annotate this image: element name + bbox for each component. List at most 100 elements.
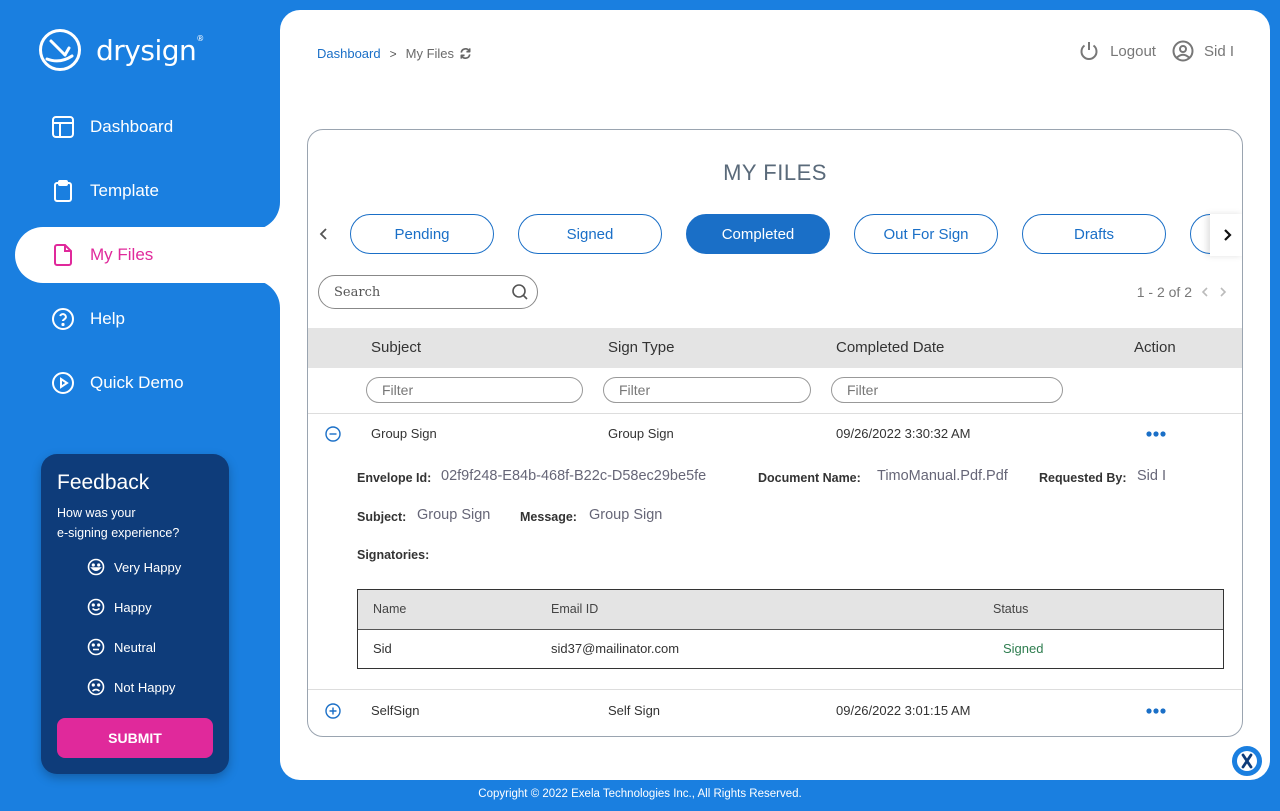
top-right-controls: Logout Sid I — [1078, 40, 1234, 62]
happy-face-icon — [87, 598, 105, 616]
feedback-title: Feedback — [57, 471, 150, 494]
tabs-next-button[interactable] — [1210, 214, 1242, 256]
sig-column-email: Email ID — [551, 602, 599, 616]
drysign-logo-icon — [39, 29, 81, 71]
help-icon — [50, 306, 76, 332]
requested-by-value: Sid I — [1137, 468, 1167, 484]
signatory-status: Signed — [1003, 641, 1044, 656]
refresh-icon[interactable] — [459, 47, 472, 60]
row-completed-date: 09/26/2022 3:01:15 AM — [836, 703, 971, 718]
sidebar-item-help[interactable]: Help — [0, 291, 125, 347]
signatories-table: Name Email ID Status Sid sid37@mailinato… — [357, 589, 1224, 669]
feedback-panel: Feedback How was your e-signing experien… — [41, 454, 229, 774]
sidebar: drysign® Dashboard Template My Files Hel… — [0, 0, 280, 811]
sidebar-item-label: Help — [90, 309, 125, 328]
table-row[interactable]: SelfSign Self Sign 09/26/2022 3:01:15 AM — [308, 691, 1242, 731]
signatories-label: Signatories: — [357, 548, 430, 562]
collapse-icon[interactable] — [325, 426, 341, 442]
breadcrumb-dashboard-link[interactable]: Dashboard — [317, 46, 381, 61]
row-sign-type: Self Sign — [608, 703, 661, 718]
column-sign-type[interactable]: Sign Type — [608, 328, 674, 368]
column-subject[interactable]: Subject — [371, 328, 421, 368]
tabs-prev-chevron-icon[interactable] — [316, 224, 332, 244]
signatories-header: Name Email ID Status — [358, 590, 1223, 630]
search-icon[interactable] — [511, 283, 529, 301]
breadcrumb-current: My Files — [405, 46, 455, 61]
breadcrumb-separator: > — [389, 46, 397, 61]
tab-drafts[interactable]: Drafts — [1022, 214, 1166, 254]
very-happy-face-icon — [87, 558, 105, 576]
sidebar-item-dashboard[interactable]: Dashboard — [0, 99, 173, 155]
message-label: Message: — [520, 510, 577, 524]
page-next-icon[interactable] — [1218, 286, 1228, 298]
chevron-right-icon — [1224, 229, 1232, 241]
search-box — [318, 275, 538, 309]
expand-icon[interactable] — [325, 703, 341, 719]
sidebar-item-template[interactable]: Template — [0, 163, 159, 219]
signatory-name: Sid — [373, 641, 392, 656]
clipboard-icon — [50, 178, 76, 204]
envelope-id-value: 02f9f248-E84b-468f-B22c-D58ec29be5fe — [441, 468, 707, 484]
neutral-face-icon — [87, 638, 105, 656]
sidebar-item-my-files[interactable]: My Files — [15, 227, 280, 283]
feedback-subtitle: How was your e-signing experience? — [57, 506, 180, 540]
sidebar-item-label: Template — [90, 181, 159, 200]
tab-out-for-sign[interactable]: Out For Sign — [854, 214, 998, 254]
page-title: MY FILES — [723, 160, 827, 185]
tab-completed[interactable]: Completed — [686, 214, 830, 254]
brand-name: drysign® — [96, 33, 204, 67]
signatory-email: sid37@mailinator.com — [551, 641, 680, 656]
row-sign-type: Group Sign — [608, 426, 674, 441]
subject-label: Subject: — [357, 510, 407, 524]
search-input[interactable] — [334, 284, 511, 300]
requested-by-label: Requested By: — [1039, 471, 1127, 485]
pagination: 1 - 2 of 2 — [1137, 284, 1228, 300]
message-value: Group Sign — [589, 507, 663, 523]
filter-row — [308, 368, 1242, 414]
table-header: Subject Sign Type Completed Date Action — [308, 328, 1242, 368]
play-icon — [50, 370, 76, 396]
tab-pending[interactable]: Pending — [350, 214, 494, 254]
sidebar-item-quick-demo[interactable]: Quick Demo — [0, 355, 184, 411]
breadcrumb: Dashboard > My Files — [317, 46, 472, 61]
feedback-option-not-happy[interactable]: Not Happy — [87, 678, 175, 696]
feedback-option-neutral[interactable]: Neutral — [87, 638, 156, 656]
document-name-label: Document Name: — [758, 471, 861, 485]
sign-type-filter-input[interactable] — [603, 377, 811, 403]
more-actions-icon[interactable] — [1145, 424, 1167, 444]
power-icon — [1080, 42, 1098, 60]
file-icon — [50, 242, 76, 268]
subject-filter-input[interactable] — [366, 377, 583, 403]
subject-value: Group Sign — [417, 507, 491, 523]
table-row[interactable]: Group Sign Group Sign 09/26/2022 3:30:32… — [308, 414, 1242, 454]
user-menu[interactable]: Sid I — [1172, 40, 1234, 62]
page-prev-icon[interactable] — [1200, 286, 1210, 298]
tab-signed[interactable]: Signed — [518, 214, 662, 254]
sad-face-icon — [87, 678, 105, 696]
logout-button[interactable]: Logout — [1078, 40, 1156, 62]
support-chat-button[interactable] — [1229, 743, 1265, 779]
footer-copyright: Copyright © 2022 Exela Technologies Inc.… — [478, 788, 802, 800]
feedback-option-very-happy[interactable]: Very Happy — [87, 558, 181, 576]
date-filter-input[interactable] — [831, 377, 1063, 403]
row-detail-panel: Envelope Id: 02f9f248-E84b-468f-B22c-D58… — [308, 454, 1242, 690]
main-panel: Dashboard > My Files Logout Sid I MY FIL… — [280, 10, 1270, 780]
row-completed-date: 09/26/2022 3:30:32 AM — [836, 426, 971, 441]
brand-logo[interactable]: drysign® — [38, 28, 204, 72]
sidebar-item-label: Dashboard — [90, 117, 174, 136]
user-avatar-icon — [1172, 40, 1194, 62]
column-completed-date[interactable]: Completed Date — [836, 328, 944, 368]
document-name-value: TimoManual.Pdf.Pdf — [877, 468, 1008, 484]
feedback-submit-button[interactable]: SUBMIT — [57, 718, 213, 758]
feedback-option-happy[interactable]: Happy — [87, 598, 152, 616]
tab-overflow[interactable] — [1190, 214, 1210, 254]
more-actions-icon[interactable] — [1145, 701, 1167, 721]
signatory-row: Sid sid37@mailinator.com Signed — [358, 630, 1223, 669]
row-subject: Group Sign — [371, 426, 437, 441]
row-subject: SelfSign — [371, 703, 420, 718]
status-tabs: Pending Signed Completed Out For Sign Dr… — [348, 214, 1210, 256]
pagination-text: 1 - 2 of 2 — [1136, 284, 1192, 300]
envelope-id-label: Envelope Id: — [357, 471, 432, 485]
exela-logo-icon — [1237, 751, 1257, 771]
column-action: Action — [1134, 339, 1176, 356]
